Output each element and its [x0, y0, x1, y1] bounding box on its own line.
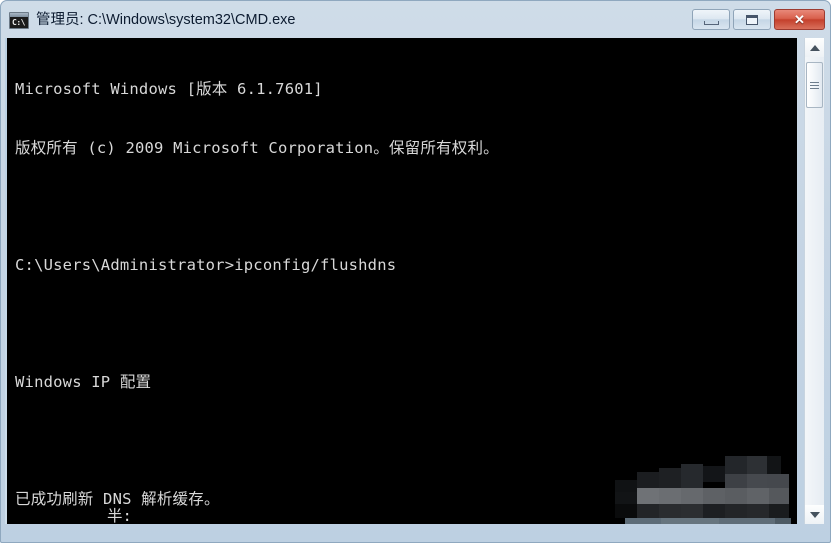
- console-text: Microsoft Windows [版本 6.1.7601] 版权所有 (c)…: [15, 41, 499, 524]
- mosaic-block: [747, 504, 769, 518]
- mosaic-block: [769, 504, 789, 518]
- cmd-icon-glyph: C:\: [12, 17, 25, 27]
- mosaic-block: [725, 474, 747, 488]
- mosaic-block: [767, 474, 789, 488]
- mosaic-block: [637, 472, 659, 488]
- mosaic-block: [659, 468, 681, 488]
- cmd-console-icon: C:\: [9, 11, 29, 29]
- window-controls: ✕: [692, 9, 825, 30]
- console-line: 已成功刷新 DNS 解析缓存。: [15, 489, 220, 508]
- console-scrollbar[interactable]: [804, 38, 824, 524]
- console-line-command: C:\Users\Administrator>ipconfig/flushdns: [15, 255, 397, 274]
- console-line: Microsoft Windows [版本 6.1.7601]: [15, 80, 323, 98]
- mosaic-block: [725, 456, 747, 474]
- scroll-down-button[interactable]: [805, 505, 824, 524]
- mosaic-block: [747, 488, 769, 504]
- mosaic-block: [769, 488, 789, 504]
- mosaic-block: [767, 456, 781, 474]
- mosaic-block: [659, 504, 681, 518]
- console-clipped-line: 半:: [107, 506, 132, 525]
- console-line: 版权所有 (c) 2009 Microsoft Corporation。保留所有…: [15, 138, 499, 157]
- mosaic-block: [637, 488, 659, 504]
- mosaic-block: [661, 518, 719, 524]
- mosaic-watermark: [607, 446, 797, 524]
- mosaic-block: [681, 464, 703, 488]
- minimize-icon: [703, 21, 719, 25]
- mosaic-block: [637, 504, 659, 518]
- title-bar-left: C:\ 管理员: C:\Windows\system32\CMD.exe: [9, 9, 295, 31]
- scrollbar-thumb[interactable]: [806, 62, 823, 108]
- scroll-up-button[interactable]: [805, 38, 824, 57]
- mosaic-block: [615, 480, 637, 492]
- close-icon: ✕: [794, 12, 805, 27]
- mosaic-block: [719, 518, 775, 524]
- mosaic-block: [681, 488, 703, 504]
- maximize-button[interactable]: [733, 9, 771, 30]
- window-title: 管理员: C:\Windows\system32\CMD.exe: [36, 12, 296, 28]
- maximize-icon: [746, 14, 758, 25]
- mosaic-block: [747, 456, 767, 474]
- mosaic-block: [615, 492, 637, 504]
- title-bar[interactable]: C:\ 管理员: C:\Windows\system32\CMD.exe ✕: [0, 0, 831, 38]
- mosaic-block: [747, 474, 767, 488]
- mosaic-block: [725, 488, 747, 504]
- mosaic-block: [681, 504, 703, 518]
- mosaic-block: [615, 504, 637, 518]
- mosaic-block: [659, 488, 681, 504]
- cmd-window: C:\ 管理员: C:\Windows\system32\CMD.exe ✕ M…: [0, 0, 831, 543]
- scrollbar-grip-line: [810, 84, 819, 86]
- scroll-down-arrow-icon: [809, 511, 820, 518]
- mosaic-block: [703, 504, 725, 518]
- console-output-area[interactable]: Microsoft Windows [版本 6.1.7601] 版权所有 (c)…: [7, 38, 797, 524]
- console-line: Windows IP 配置: [15, 372, 152, 391]
- mosaic-block: [775, 518, 791, 524]
- minimize-button[interactable]: [692, 9, 730, 30]
- mosaic-block: [703, 466, 725, 482]
- scrollbar-grip-line: [810, 81, 819, 83]
- mosaic-block: [725, 504, 747, 518]
- close-button[interactable]: ✕: [774, 9, 825, 30]
- mosaic-block: [703, 488, 725, 504]
- mosaic-block: [625, 518, 661, 524]
- scroll-up-arrow-icon: [809, 44, 820, 51]
- scrollbar-grip-line: [810, 87, 819, 89]
